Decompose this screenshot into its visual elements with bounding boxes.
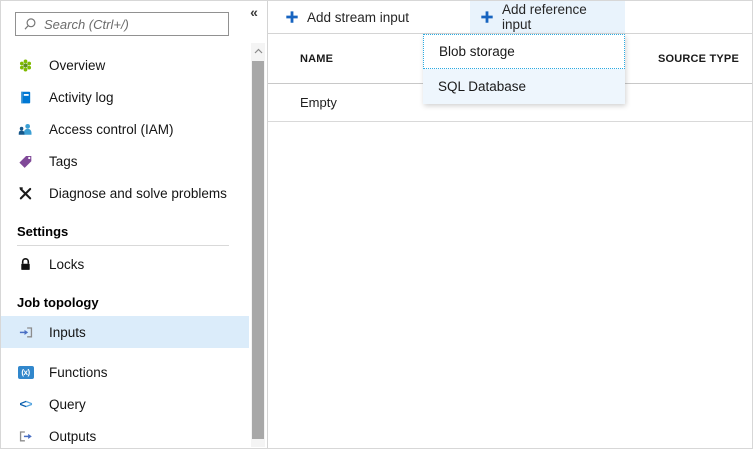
menu-item-sql-database[interactable]: SQL Database — [423, 69, 625, 104]
function-badge-icon: (x) — [17, 364, 34, 380]
input-arrow-icon — [17, 324, 34, 340]
sidebar-item-label: Diagnose and solve problems — [49, 186, 227, 201]
sidebar-item-query[interactable]: <> Query — [1, 388, 249, 420]
overview-icon — [17, 57, 34, 73]
sidebar-scrollbar[interactable] — [251, 43, 265, 447]
sidebar-item-label: Locks — [49, 257, 84, 272]
activity-log-icon — [17, 89, 34, 105]
sidebar-item-label: Activity log — [49, 90, 114, 105]
search-input[interactable] — [44, 17, 221, 32]
search-icon — [23, 17, 37, 31]
sidebar-item-label: Access control (IAM) — [49, 122, 174, 137]
sidebar-item-label: Tags — [49, 154, 78, 169]
sidebar-section-job-topology: Job topology — [1, 288, 249, 316]
sidebar-item-activity-log[interactable]: Activity log — [1, 81, 249, 113]
column-header-name: NAME — [300, 53, 333, 65]
sidebar-nav: Overview Activity log — [1, 49, 249, 449]
sidebar-item-label: Functions — [49, 365, 108, 380]
tools-icon — [17, 185, 34, 201]
plus-icon — [285, 10, 299, 24]
nav-spacer — [1, 348, 249, 356]
add-stream-input-label: Add stream input — [307, 10, 409, 25]
add-stream-input-button[interactable]: Add stream input — [273, 1, 470, 33]
plus-icon — [480, 10, 494, 24]
reference-input-menu: Blob storage SQL Database — [423, 34, 625, 104]
scroll-up-icon[interactable] — [251, 43, 265, 59]
tag-icon — [17, 153, 34, 169]
column-header-source-type: SOURCE TYPE — [658, 53, 739, 65]
command-bar: Add stream input Add reference input — [268, 1, 752, 34]
sidebar-item-functions[interactable]: (x) Functions — [1, 356, 249, 388]
lock-icon — [17, 256, 34, 272]
sidebar-item-label: Overview — [49, 58, 105, 73]
add-reference-input-button[interactable]: Add reference input — [470, 1, 625, 33]
inputs-blade-content: Add stream input Add reference input NAM… — [268, 1, 752, 448]
sidebar-item-overview[interactable]: Overview — [1, 49, 249, 81]
output-arrow-icon — [17, 428, 34, 444]
sidebar-item-label: Inputs — [49, 325, 86, 340]
sidebar-item-label: Outputs — [49, 429, 96, 444]
people-icon — [17, 121, 34, 137]
sidebar-item-diagnose[interactable]: Diagnose and solve problems — [1, 177, 249, 209]
sidebar-section-settings: Settings — [1, 217, 249, 245]
code-brackets-icon: <> — [17, 396, 34, 412]
empty-row-label: Empty — [300, 95, 337, 110]
sidebar-item-locks[interactable]: Locks — [1, 248, 249, 280]
sidebar-item-label: Query — [49, 397, 86, 412]
azure-portal-blade: « Overview — [0, 0, 753, 449]
add-reference-input-label: Add reference input — [502, 2, 615, 32]
sidebar: « Overview — [1, 1, 268, 448]
sidebar-item-tags[interactable]: Tags — [1, 145, 249, 177]
scrollbar-thumb[interactable] — [252, 61, 264, 439]
collapse-sidebar-icon[interactable]: « — [246, 4, 262, 20]
sidebar-item-access-control[interactable]: Access control (IAM) — [1, 113, 249, 145]
sidebar-search[interactable] — [15, 12, 229, 36]
sidebar-item-outputs[interactable]: Outputs — [1, 420, 249, 449]
sidebar-item-inputs[interactable]: Inputs — [1, 316, 249, 348]
menu-item-blob-storage[interactable]: Blob storage — [423, 34, 625, 69]
section-divider — [17, 245, 229, 246]
